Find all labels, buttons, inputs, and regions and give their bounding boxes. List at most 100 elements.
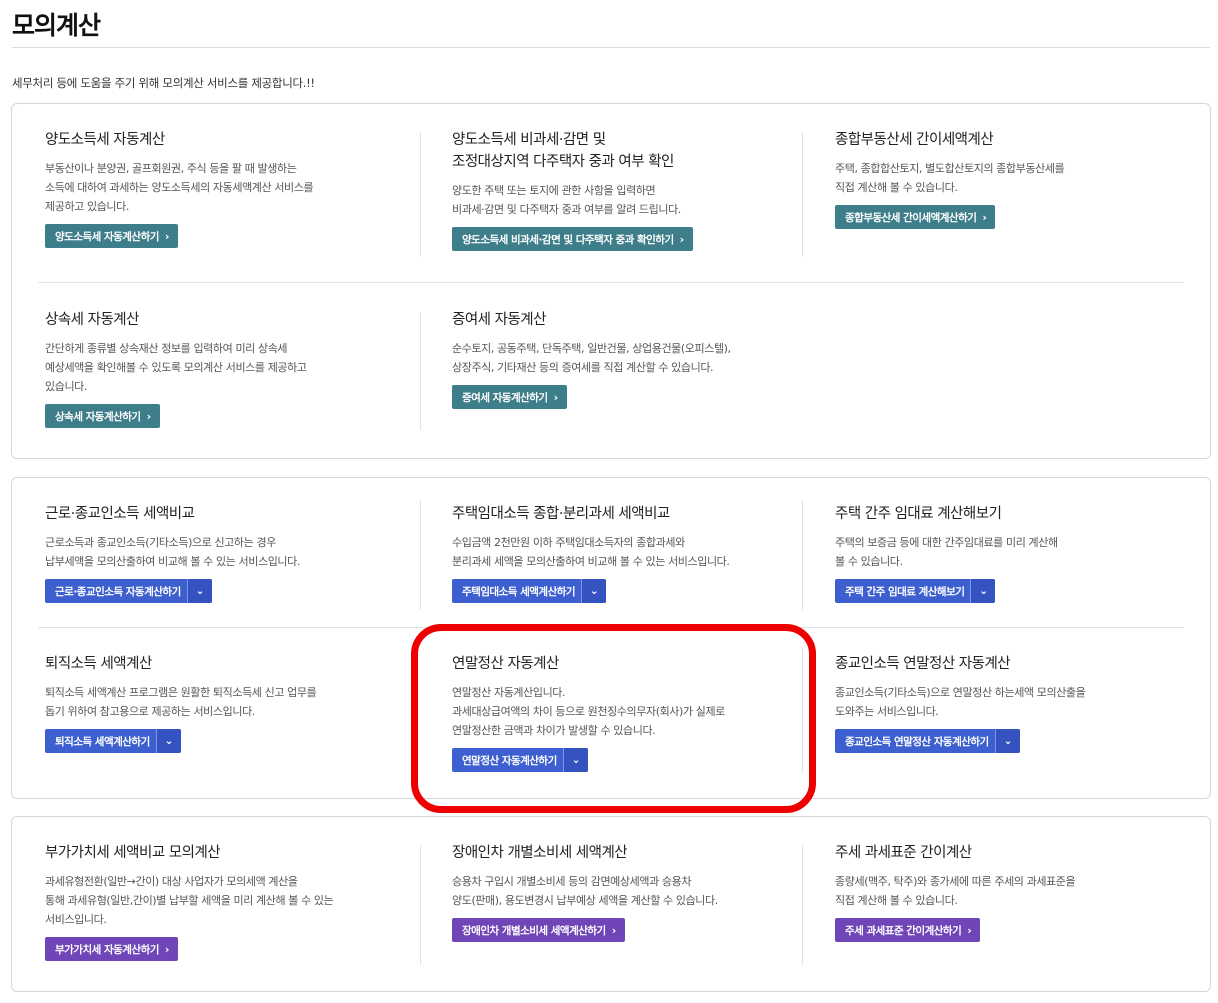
button-label: 장애인차 개별소비세 세액계산하기 [462,924,606,937]
title-divider [12,47,1210,48]
card-deemed-rent: 주택 간주 임대료 계산해보기 주택의 보증금 등에 대한 간주임대료를 미리 … [835,503,1175,603]
inheritance-tax-calc-button[interactable]: 상속세 자동계산하기 › [45,404,160,428]
card-retirement-income: 퇴직소득 세액계산 퇴직소득 세액계산 프로그램은 원활한 퇴직소득세 신고 업… [45,653,385,753]
button-label: 주택 간주 임대료 계산해보기 [845,585,965,598]
button-label: 증여세 자동계산하기 [462,391,548,404]
card-title: 증여세 자동계산 [452,312,547,328]
chevron-down-icon[interactable]: ⌄ [995,729,1020,753]
chevron-right-icon: › [982,210,987,224]
divider [420,845,421,965]
card-gift-tax: 증여세 자동계산 순수토지, 공동주택, 단독주택, 일반건물, 상업용건물(오… [452,309,792,409]
group-property-tax: 양도소득세 자동계산 부동산이나 분양권, 골프회원권, 주식 등을 팔 때 발… [11,103,1211,459]
chevron-right-icon: › [146,409,152,423]
card-year-end-settlement: 연말정산 자동계산 연말정산 자동계산입니다. 과세대상급여액의 차이 등으로 … [452,653,792,772]
chevron-right-icon: › [679,232,685,246]
button-label: 주택임대소득 세액계산하기 [462,585,576,598]
chevron-down-icon[interactable]: ⌄ [582,579,607,603]
divider [802,500,803,610]
card-comprehensive-real-estate-tax: 종합부동산세 간이세액계산 주택, 종합합산토지, 별도합산토지의 종합부동산세… [835,129,1175,229]
card-earned-religious-income: 근로·종교인소득 세액비교 근로소득과 종교인소득(기타소득)으로 신고하는 경… [45,503,385,603]
card-title: 종합부동산세 간이세액계산 [835,132,994,148]
disabled-vehicle-tax-calc-button[interactable]: 장애인차 개별소비세 세액계산하기 › [452,918,625,942]
divider [38,282,1184,283]
button-label: 종교인소득 연말정산 자동계산하기 [845,735,989,748]
liquor-tax-calc-button[interactable]: 주세 과세표준 간이계산하기 › [835,918,981,942]
card-description: 주택의 보증금 등에 대한 간주임대료를 미리 계산해 볼 수 있습니다. [835,536,1058,568]
card-religious-year-end-settlement: 종교인소득 연말정산 자동계산 종교인소득(기타소득)으로 연말정산 하는세액 … [835,653,1175,753]
card-capital-gains-exemption-check: 양도소득세 비과세·감면 및 조정대상지역 다주택자 중과 여부 확인 양도한 … [452,129,792,251]
card-description: 근로소득과 종교인소득(기타소득)으로 신고하는 경우 납부세액을 모의산출하여… [45,536,300,568]
chevron-right-icon: › [164,229,170,243]
button-label: 양도소득세 비과세·감면 및 다주택자 중과 확인하기 [462,233,674,246]
deemed-rent-calc-button[interactable]: 주택 간주 임대료 계산해보기 ⌄ [835,579,996,603]
card-capital-gains-tax: 양도소득세 자동계산 부동산이나 분양권, 골프회원권, 주식 등을 팔 때 발… [45,129,385,248]
card-description: 양도한 주택 또는 토지에 관한 사항을 입력하면 비과세·감면 및 다주택자 … [452,184,681,216]
card-description: 승용차 구입시 개별소비세 등의 감면예상세액과 승용차 양도(판매), 용도변… [452,875,718,907]
chevron-right-icon: › [967,923,972,937]
card-title: 장애인차 개별소비세 세액계산 [452,845,628,861]
card-description: 수입금액 2천만원 이하 주택임대소득자의 종합과세와 분리과세 세액을 모의산… [452,536,730,568]
card-liquor-tax: 주세 과세표준 간이계산 종량세(맥주, 탁주)와 종가세에 따른 주세의 과세… [835,842,1175,942]
divider [802,132,803,257]
divider [802,845,803,965]
card-disabled-vehicle-tax: 장애인차 개별소비세 세액계산 승용차 구입시 개별소비세 등의 감면예상세액과… [452,842,792,942]
card-title: 근로·종교인소득 세액비교 [45,506,195,522]
button-label: 주세 과세표준 간이계산하기 [845,924,962,937]
card-vat-comparison: 부가가치세 세액비교 모의계산 과세유형전환(일반→간이) 대상 사업자가 모의… [45,842,385,961]
vat-calc-button[interactable]: 부가가치세 자동계산하기 › [45,937,178,961]
card-title: 양도소득세 자동계산 [45,132,165,148]
retirement-income-calc-button[interactable]: 퇴직소득 세액계산하기 ⌄ [45,729,181,753]
chevron-down-icon[interactable]: ⌄ [563,748,588,772]
chevron-right-icon: › [164,942,170,956]
button-label: 퇴직소득 세액계산하기 [55,735,150,748]
card-title: 양도소득세 비과세·감면 및 조정대상지역 다주택자 중과 여부 확인 [452,132,674,170]
group-consumption-tax: 부가가치세 세액비교 모의계산 과세유형전환(일반→간이) 대상 사업자가 모의… [11,816,1211,992]
card-description: 간단하게 종류별 상속재산 정보를 입력하여 미리 상속세 예상세액을 확인해볼… [45,342,307,393]
group-income-tax: 근로·종교인소득 세액비교 근로소득과 종교인소득(기타소득)으로 신고하는 경… [11,477,1211,799]
button-label: 연말정산 자동계산하기 [462,754,557,767]
card-description: 부동산이나 분양권, 골프회원권, 주식 등을 팔 때 발생하는 소득에 대하여… [45,162,314,213]
button-label: 상속세 자동계산하기 [55,410,141,423]
card-title: 퇴직소득 세액계산 [45,656,152,672]
capital-gains-exemption-check-button[interactable]: 양도소득세 비과세·감면 및 다주택자 중과 확인하기 › [452,227,693,251]
divider [420,312,421,430]
button-label: 종합부동산세 간이세액계산하기 [845,211,977,224]
card-title: 주택 간주 임대료 계산해보기 [835,506,1002,522]
button-label: 양도소득세 자동계산하기 [55,230,159,243]
button-label: 부가가치세 자동계산하기 [55,943,159,956]
earned-religious-income-calc-button[interactable]: 근로·종교인소득 자동계산하기 ⌄ [45,579,212,603]
card-title: 부가가치세 세액비교 모의계산 [45,845,221,861]
card-title: 종교인소득 연말정산 자동계산 [835,656,1011,672]
divider [420,500,421,610]
chevron-down-icon[interactable]: ⌄ [971,579,996,603]
capital-gains-tax-calc-button[interactable]: 양도소득세 자동계산하기 › [45,224,178,248]
card-description: 퇴직소득 세액계산 프로그램은 원활한 퇴직소득세 신고 업무를 돕기 위하여 … [45,686,317,718]
chevron-right-icon: › [611,923,617,937]
chevron-right-icon: › [553,390,559,404]
card-description: 연말정산 자동계산입니다. 과세대상급여액의 차이 등으로 원천징수의무자(회사… [452,686,725,737]
real-estate-tax-calc-button[interactable]: 종합부동산세 간이세액계산하기 › [835,205,996,229]
card-description: 종량세(맥주, 탁주)와 종가세에 따른 주세의 과세표준을 직접 계산해 볼 … [835,875,1076,907]
gift-tax-calc-button[interactable]: 증여세 자동계산하기 › [452,385,567,409]
year-end-settlement-calc-button[interactable]: 연말정산 자동계산하기 ⌄ [452,748,588,772]
chevron-down-icon[interactable]: ⌄ [156,729,181,753]
religious-year-end-settlement-calc-button[interactable]: 종교인소득 연말정산 자동계산하기 ⌄ [835,729,1020,753]
card-title: 연말정산 자동계산 [452,656,559,672]
divider [802,648,803,773]
card-description: 과세유형전환(일반→간이) 대상 사업자가 모의세액 계산을 통해 과세유형(일… [45,875,334,926]
button-label: 근로·종교인소득 자동계산하기 [55,585,181,598]
page-title: 모의계산 [12,11,101,40]
card-description: 주택, 종합합산토지, 별도합산토지의 종합부동산세를 직접 계산해 볼 수 있… [835,162,1065,194]
card-title: 상속세 자동계산 [45,312,140,328]
card-description: 종교인소득(기타소득)으로 연말정산 하는세액 모의산출을 도와주는 서비스입니… [835,686,1086,718]
intro-text: 세무처리 등에 도움을 주기 위해 모의계산 서비스를 제공합니다.!! [12,76,315,90]
card-housing-rental-income: 주택임대소득 종합·분리과세 세액비교 수입금액 2천만원 이하 주택임대소득자… [452,503,792,603]
card-title: 주택임대소득 종합·분리과세 세액비교 [452,506,670,522]
card-title: 주세 과세표준 간이계산 [835,845,972,861]
card-inheritance-tax: 상속세 자동계산 간단하게 종류별 상속재산 정보를 입력하여 미리 상속세 예… [45,309,385,428]
divider [38,627,1184,628]
card-description: 순수토지, 공동주택, 단독주택, 일반건물, 상업용건물(오피스텔), 상장주… [452,342,731,374]
divider [420,132,421,257]
chevron-down-icon[interactable]: ⌄ [187,579,212,603]
housing-rental-income-calc-button[interactable]: 주택임대소득 세액계산하기 ⌄ [452,579,607,603]
